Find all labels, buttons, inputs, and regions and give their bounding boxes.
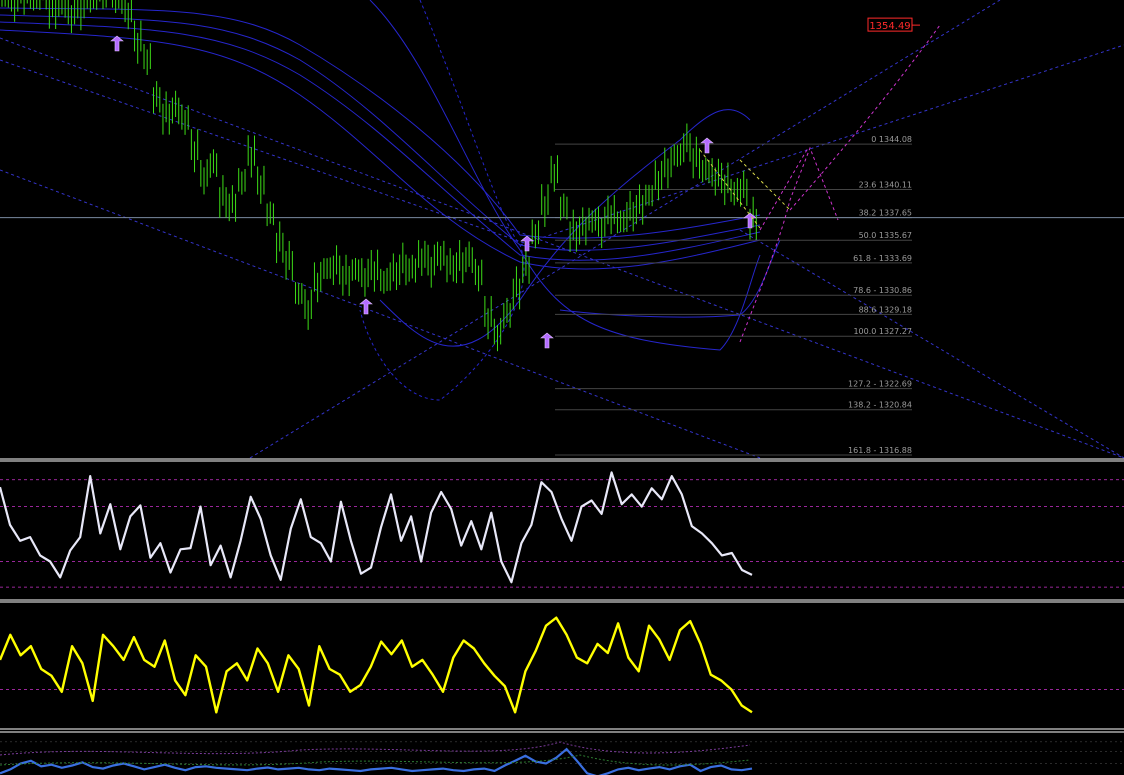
fib-label-0: 0 1344.08 — [871, 135, 912, 144]
fib-label-3: 50.0 1335.67 — [859, 231, 912, 240]
fib-label-2: 38.2 1337.65 — [859, 209, 912, 218]
fib-label-8: 127.2 - 1322.69 — [848, 380, 912, 389]
fib-label-7: 100.0 1327.27 — [853, 327, 912, 336]
fib-label-4: 61.8 - 1333.69 — [853, 254, 912, 263]
price-label-text: 1354.49 — [869, 21, 910, 32]
chart-area[interactable]: 0 1344.08 23.6 1340.11 38.2 1337.65 50.0 13… — [0, 0, 1124, 775]
fib-label-9: 138.2 - 1320.84 — [848, 401, 912, 410]
fib-label-6: 88.6 1329.18 — [859, 305, 912, 314]
fib-label-5: 78.6 - 1330.86 — [853, 286, 912, 295]
fib-label-10: 161.8 - 1316.88 — [848, 446, 912, 455]
fib-label-1: 23.6 1340.11 — [859, 180, 912, 189]
